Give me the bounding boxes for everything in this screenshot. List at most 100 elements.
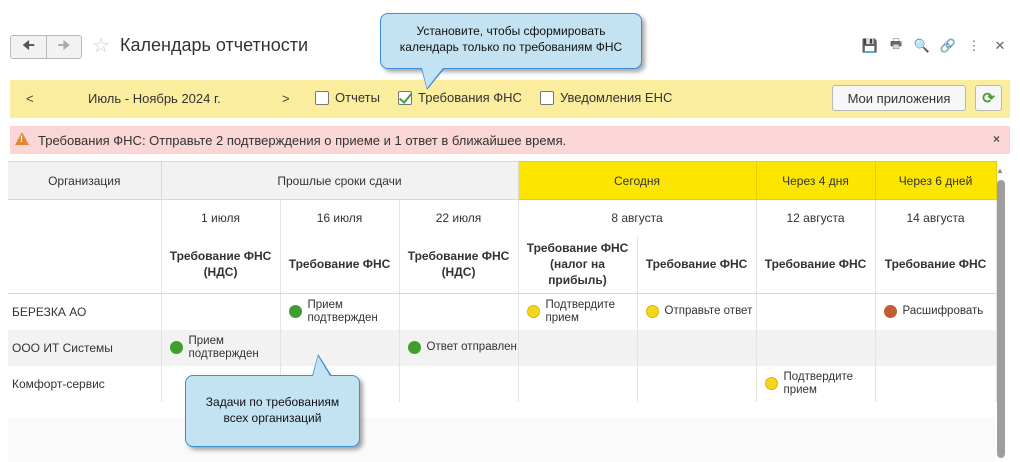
task-cell[interactable] [756,293,876,330]
status-pending-icon [645,305,659,319]
vertical-scrollbar[interactable] [997,180,1005,458]
refresh-icon: ⟳ [982,90,995,107]
group-header-past: Прошлые сроки сдачи [161,161,519,200]
refresh-button[interactable]: ⟳ [975,85,1002,111]
group-header-today: Сегодня [518,161,757,200]
task-cell[interactable]: Ответ отправлен [399,329,519,366]
table-row[interactable]: ООО ИТ Системы Прием подтвержден Ответ о… [8,329,997,366]
table-row[interactable]: Комфорт-сервис Подтвердите прием [8,365,997,402]
group-header-in-4-days: Через 4 дня [756,161,876,200]
task-cell[interactable]: Расшифровать [875,293,997,330]
task-cell[interactable]: Прием подтвержден [161,329,281,366]
status-done-icon [407,341,421,354]
date-header: 8 августа [518,199,757,236]
task-cell[interactable] [875,329,997,366]
print-icon[interactable]: 🖶 [888,36,904,54]
status-pending-icon [526,305,540,319]
status-done-icon [169,341,183,354]
checkbox-fns-requirements[interactable]: Требования ФНС [398,90,522,105]
checkbox-reports-label: Отчеты [335,90,380,105]
task-cell[interactable] [399,365,519,402]
column-header: Требование ФНС (НДС) [161,235,281,294]
task-cell[interactable] [280,329,400,366]
date-header: 12 августа [756,199,876,236]
task-cell[interactable] [637,365,757,402]
task-status[interactable]: Ответ отправлен [427,341,517,354]
task-status[interactable]: Прием подтвержден [189,335,280,361]
hint-callout-bottom-text: Задачи по требованиям всех организаций [205,395,340,425]
task-cell[interactable]: Подтвердите прием [518,293,638,330]
task-status[interactable]: Прием подтвержден [308,299,399,325]
alert-text: Требования ФНС: Отправьте 2 подтверждени… [38,133,567,148]
column-header: Требование ФНС (НДС) [399,235,519,294]
task-status[interactable]: Расшифровать [903,305,984,318]
fns-alert: Требования ФНС: Отправьте 2 подтверждени… [10,126,1010,154]
date-header: 16 июля [280,199,400,236]
date-header: 22 июля [399,199,519,236]
task-status[interactable]: Отправьте ответ [665,305,753,318]
org-name: Комфорт-сервис [8,365,162,402]
checkbox-ens-notifications[interactable]: Уведомления ЕНС [540,90,672,105]
org-header-blank [8,199,162,236]
link-icon[interactable]: 🔗 [940,38,956,54]
column-header: Требование ФНС [756,235,876,294]
org-header-blank [8,235,162,294]
status-decode-icon [883,305,897,319]
task-cell[interactable] [875,365,997,402]
status-pending-icon [764,377,778,390]
checkbox-reports[interactable]: Отчеты [315,90,380,105]
task-cell[interactable] [756,329,876,366]
next-period-button[interactable]: > [282,91,290,106]
my-apps-button[interactable]: Мои приложения [832,85,966,111]
task-cell[interactable] [518,329,638,366]
hint-callout-bottom: Задачи по требованиям всех организаций [185,354,360,447]
favorite-star-icon[interactable]: ☆ [92,33,110,58]
table-row[interactable]: БЕРЕЗКА АО Прием подтвержден Подтвердите… [8,293,997,330]
prev-period-button[interactable]: < [26,91,34,106]
column-header: Требование ФНС [875,235,997,294]
calendar-grid: Организация Прошлые сроки сдачи Сегодня … [8,161,997,402]
arrow-left-icon: 🠈 [21,37,35,53]
back-button[interactable]: 🠈 [11,36,46,58]
task-cell[interactable] [518,365,638,402]
org-name: ООО ИТ Системы [8,329,162,366]
nav-buttons: 🠈 🠊 [10,35,82,59]
grid-empty-area [8,417,996,462]
task-cell[interactable] [161,293,281,330]
more-icon[interactable]: ⋮ [966,38,982,54]
checkbox-ens-notifications-label: Уведомления ЕНС [560,90,673,105]
period-label[interactable]: Июль - Ноябрь 2024 г. [88,91,221,106]
alert-close-button[interactable]: × [993,132,1000,146]
arrow-right-icon: 🠊 [57,37,71,53]
column-header: Требование ФНС [637,235,757,294]
checkbox-fns-requirements-box[interactable] [398,90,412,105]
task-cell[interactable]: Прием подтвержден [280,293,400,330]
task-cell[interactable] [399,293,519,330]
close-icon[interactable]: ✕ [992,38,1008,54]
org-name: БЕРЕЗКА АО [8,293,162,330]
warning-icon [15,132,29,145]
date-header: 1 июля [161,199,281,236]
column-header: Требование ФНС (налог на прибыль) [518,235,638,294]
task-status[interactable]: Подтвердите прием [546,299,637,325]
scroll-up-icon[interactable]: ▲ [996,166,1004,175]
task-cell[interactable]: Подтвердите прием [756,365,876,402]
hint-callout-top: Установите, чтобы сформировать календарь… [380,13,642,90]
date-header: 14 августа [875,199,997,236]
checkbox-reports-box[interactable] [315,90,329,105]
task-status[interactable]: Подтвердите прием [784,371,875,397]
calendar-toolbar: < Июль - Ноябрь 2024 г. > Отчеты Требова… [10,80,1010,118]
checkbox-ens-notifications-box[interactable] [540,90,554,105]
checkbox-fns-requirements-label: Требования ФНС [418,90,522,105]
column-header: Требование ФНС [280,235,400,294]
group-header-in-6-days: Через 6 дней [875,161,997,200]
page-title: Календарь отчетности [120,35,308,55]
preview-icon[interactable]: 🔍 [914,38,930,54]
hint-callout-top-text: Установите, чтобы сформировать календарь… [399,24,623,54]
window-actions: 💾 🖶 🔍 🔗 ⋮ ✕ [862,36,1008,54]
forward-button[interactable]: 🠊 [46,36,81,58]
save-icon[interactable]: 💾 [862,38,878,54]
task-cell[interactable] [637,329,757,366]
task-cell[interactable]: Отправьте ответ [637,293,757,330]
status-done-icon [288,305,302,319]
